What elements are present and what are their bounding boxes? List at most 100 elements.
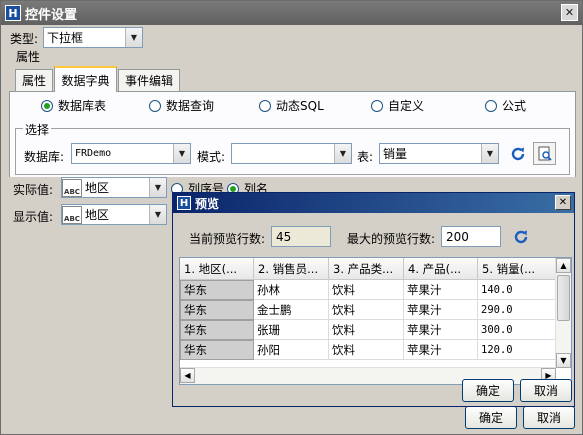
close-button[interactable]: ✕ <box>561 4 578 21</box>
radio-label: 自定义 <box>388 99 425 113</box>
preview-button[interactable] <box>533 142 556 165</box>
preview-refresh-button[interactable] <box>510 226 532 248</box>
table-cell[interactable]: 华东 <box>180 340 254 360</box>
table-cell[interactable]: 孙林 <box>254 280 329 300</box>
refresh-button[interactable] <box>507 143 529 165</box>
chevron-down-icon[interactable]: ▼ <box>334 144 351 163</box>
tab-attributes[interactable]: 属性 <box>15 69 53 91</box>
database-select[interactable]: FRDemo ▼ <box>71 143 191 164</box>
source-option-query[interactable]: 数据查询 <box>149 97 214 114</box>
preview-dialog: H 预览 ✕ 当前预览行数: 45 最大的预览行数: 200 1. 地区(...… <box>172 192 575 407</box>
table-cell[interactable]: 孙阳 <box>254 340 329 360</box>
preview-icon <box>538 146 552 161</box>
scroll-left-icon[interactable]: ◀ <box>180 368 195 383</box>
table-cell[interactable]: 290.0 <box>478 300 556 320</box>
ok-button[interactable]: 确定 <box>465 406 517 429</box>
cancel-button-label: 取消 <box>536 411 561 425</box>
refresh-icon <box>514 230 528 244</box>
column-type-icon: ABC <box>62 178 82 197</box>
app-icon: H <box>5 5 21 21</box>
radio-icon <box>149 99 161 112</box>
close-icon: ✕ <box>558 197 568 208</box>
preview-close-button[interactable]: ✕ <box>555 195 571 210</box>
type-label: 类型: <box>10 32 39 46</box>
table-cell[interactable]: 金士鹏 <box>254 300 329 320</box>
scroll-down-icon[interactable]: ▼ <box>556 353 571 368</box>
preview-table[interactable]: 1. 地区(... 2. 销售员... 3. 产品类... 4. 产品(... … <box>179 257 572 385</box>
preview-ok-button[interactable]: 确定 <box>462 379 514 402</box>
refresh-icon <box>511 147 525 161</box>
tab-data-dictionary[interactable]: 数据字典 <box>54 66 117 92</box>
database-label: 数据库: <box>24 150 65 164</box>
table-cell[interactable]: 苹果汁 <box>404 320 478 340</box>
radio-label: 动态SQL <box>276 99 324 113</box>
preview-cancel-button[interactable]: 取消 <box>520 379 572 402</box>
table-cell[interactable]: 300.0 <box>478 320 556 340</box>
table-cell[interactable]: 苹果汁 <box>404 300 478 320</box>
column-type-icon-text: ABC <box>64 187 80 196</box>
table-cell[interactable]: 华东 <box>180 300 254 320</box>
radio-icon <box>371 99 383 112</box>
display-value-select[interactable]: ABC 地区 ▼ <box>61 204 167 225</box>
radio-label: 数据库表 <box>58 99 107 113</box>
type-select[interactable]: 下拉框 ▼ <box>43 27 143 48</box>
actual-value-select-value: 地区 <box>85 181 110 195</box>
radio-label: 公式 <box>502 99 527 113</box>
column-header[interactable]: 3. 产品类... <box>329 258 404 280</box>
chevron-down-icon[interactable]: ▼ <box>149 178 166 197</box>
chevron-down-icon[interactable]: ▼ <box>173 144 190 163</box>
chevron-down-icon[interactable]: ▼ <box>125 28 142 47</box>
schema-label: 模式: <box>197 150 226 164</box>
source-option-formula[interactable]: 公式 <box>485 97 526 114</box>
database-select-value: FRDemo <box>75 148 112 159</box>
source-option-db-table[interactable]: 数据库表 <box>41 97 106 114</box>
current-rows-value: 45 <box>276 229 292 244</box>
table-cell[interactable]: 140.0 <box>478 280 556 300</box>
vertical-scrollbar[interactable]: ▲ ▼ <box>555 258 571 368</box>
table-cell[interactable]: 华东 <box>180 320 254 340</box>
tab-label: 属性 <box>21 74 46 88</box>
current-rows-label: 当前预览行数: <box>189 232 266 246</box>
radio-icon <box>485 99 497 112</box>
table-cell[interactable]: 张珊 <box>254 320 329 340</box>
column-header[interactable]: 1. 地区(... <box>180 258 254 280</box>
column-header[interactable]: 4. 产品(... <box>404 258 478 280</box>
tab-event-edit[interactable]: 事件编辑 <box>118 69 180 91</box>
ok-button-label: 确定 <box>478 411 503 425</box>
preview-title-bar[interactable]: H 预览 ✕ <box>173 193 574 213</box>
app-icon: H <box>177 196 191 210</box>
preview-cancel-label: 取消 <box>533 384 558 398</box>
vertical-scroll-thumb[interactable] <box>557 275 570 321</box>
table-cell[interactable]: 苹果汁 <box>404 280 478 300</box>
table-cell[interactable]: 饮料 <box>329 340 404 360</box>
table-select[interactable]: 销量 ▼ <box>379 143 499 164</box>
table-cell[interactable]: 120.0 <box>478 340 556 360</box>
table-cell[interactable]: 饮料 <box>329 320 404 340</box>
table-select-value: 销量 <box>383 147 408 161</box>
preview-title: 预览 <box>195 196 220 211</box>
type-select-value: 下拉框 <box>47 31 84 45</box>
column-header[interactable]: 2. 销售员... <box>254 258 329 280</box>
table-cell[interactable]: 饮料 <box>329 300 404 320</box>
max-rows-input[interactable]: 200 <box>441 226 501 247</box>
table-cell[interactable]: 饮料 <box>329 280 404 300</box>
actual-value-select[interactable]: ABC 地区 ▼ <box>61 177 167 198</box>
scroll-up-icon[interactable]: ▲ <box>556 258 571 273</box>
source-option-custom[interactable]: 自定义 <box>371 97 424 114</box>
close-icon: ✕ <box>564 6 575 19</box>
cancel-button[interactable]: 取消 <box>523 406 575 429</box>
column-type-icon: ABC <box>62 205 82 224</box>
source-option-dynamic-sql[interactable]: 动态SQL <box>259 97 324 114</box>
display-value-select-value: 地区 <box>85 208 110 222</box>
chevron-down-icon[interactable]: ▼ <box>481 144 498 163</box>
schema-select[interactable]: ▼ <box>231 143 352 164</box>
select-group-label: 选择 <box>23 121 52 138</box>
radio-label: 数据查询 <box>166 99 215 113</box>
table-cell[interactable]: 苹果汁 <box>404 340 478 360</box>
table-cell[interactable]: 华东 <box>180 280 254 300</box>
chevron-down-icon[interactable]: ▼ <box>149 205 166 224</box>
title-bar[interactable]: H 控件设置 ✕ <box>1 1 582 25</box>
control-settings-window: H 控件设置 ✕ 类型: 下拉框 ▼ 属性 属性 数据字典 事件编辑 数据库表 … <box>0 0 583 435</box>
max-rows-value: 200 <box>446 229 469 244</box>
column-header[interactable]: 5. 销量(... <box>478 258 556 280</box>
